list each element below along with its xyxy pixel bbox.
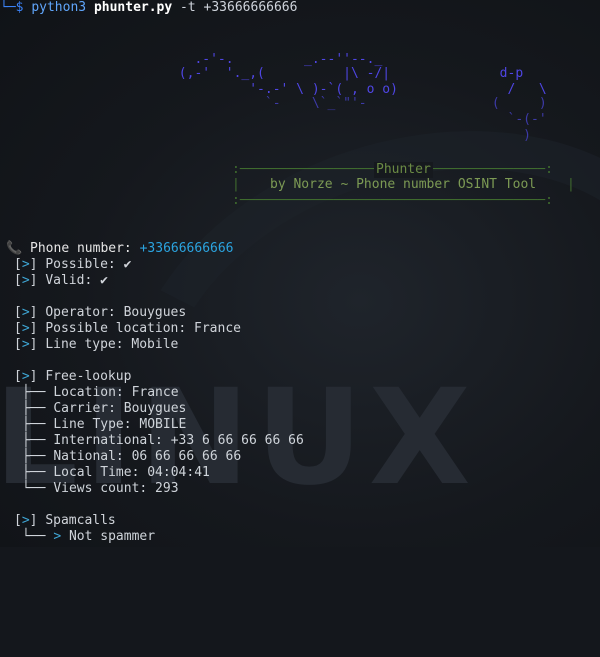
free-lookup-item: ├── Location: France	[22, 385, 179, 400]
prompt-corner: └─$	[0, 0, 24, 15]
free-lookup-item: ├── Local Time: 04:04:41	[22, 465, 210, 480]
ascii-art-line: `- \`_`"'- ( )	[124, 96, 547, 111]
line-type-line: [>] Line type: Mobile	[14, 337, 179, 352]
free-lookup-item: ├── National: 06 66 66 66 66	[22, 449, 242, 464]
ascii-art-line: (,-' '._,( |\ -/| d-p	[124, 66, 524, 81]
ascii-art-line: `-(-'	[124, 112, 547, 127]
banner-title: Phunter	[374, 162, 433, 178]
free-lookup-item: ├── Line Type: MOBILE	[22, 417, 187, 432]
free-lookup-item: ├── Carrier: Bouygues	[22, 401, 187, 416]
command-args: -t +33666666666	[180, 0, 298, 15]
free-lookup-item: ├── International: +33 6 66 66 66 66	[22, 433, 304, 448]
possible-line: [>] Possible: ✔	[14, 257, 132, 272]
spamcalls-header: [>] Spamcalls	[14, 513, 116, 528]
banner-subtitle: by Norze ~ Phone number OSINT Tool	[270, 177, 537, 192]
free-lookup-header: [>] Free-lookup	[14, 369, 132, 384]
script-name: phunter.py	[93, 0, 173, 15]
phone-icon: 📞	[6, 241, 23, 256]
ascii-art-line: )	[124, 128, 531, 143]
banner-left-border: |	[232, 177, 240, 192]
phone-label: Phone number:	[30, 241, 140, 256]
operator-line: [>] Operator: Bouygues	[14, 305, 187, 320]
phone-number-line: 📞 Phone number: +33666666666	[6, 241, 234, 257]
location-line: [>] Possible location: France	[14, 321, 241, 336]
free-lookup-item: └── Views count: 293	[22, 481, 179, 496]
banner-bottom-border: :───────────────────────────────────────…	[232, 193, 553, 208]
command-line: └─$ python3 phunter.py -t +33666666666	[0, 0, 297, 16]
spamcalls-result: └── > Not spammer	[22, 529, 156, 544]
banner-right-border: |	[567, 177, 575, 192]
command-name: python3	[31, 0, 87, 15]
phone-value: +33666666666	[139, 241, 234, 256]
valid-line: [>] Valid: ✔	[14, 273, 108, 288]
